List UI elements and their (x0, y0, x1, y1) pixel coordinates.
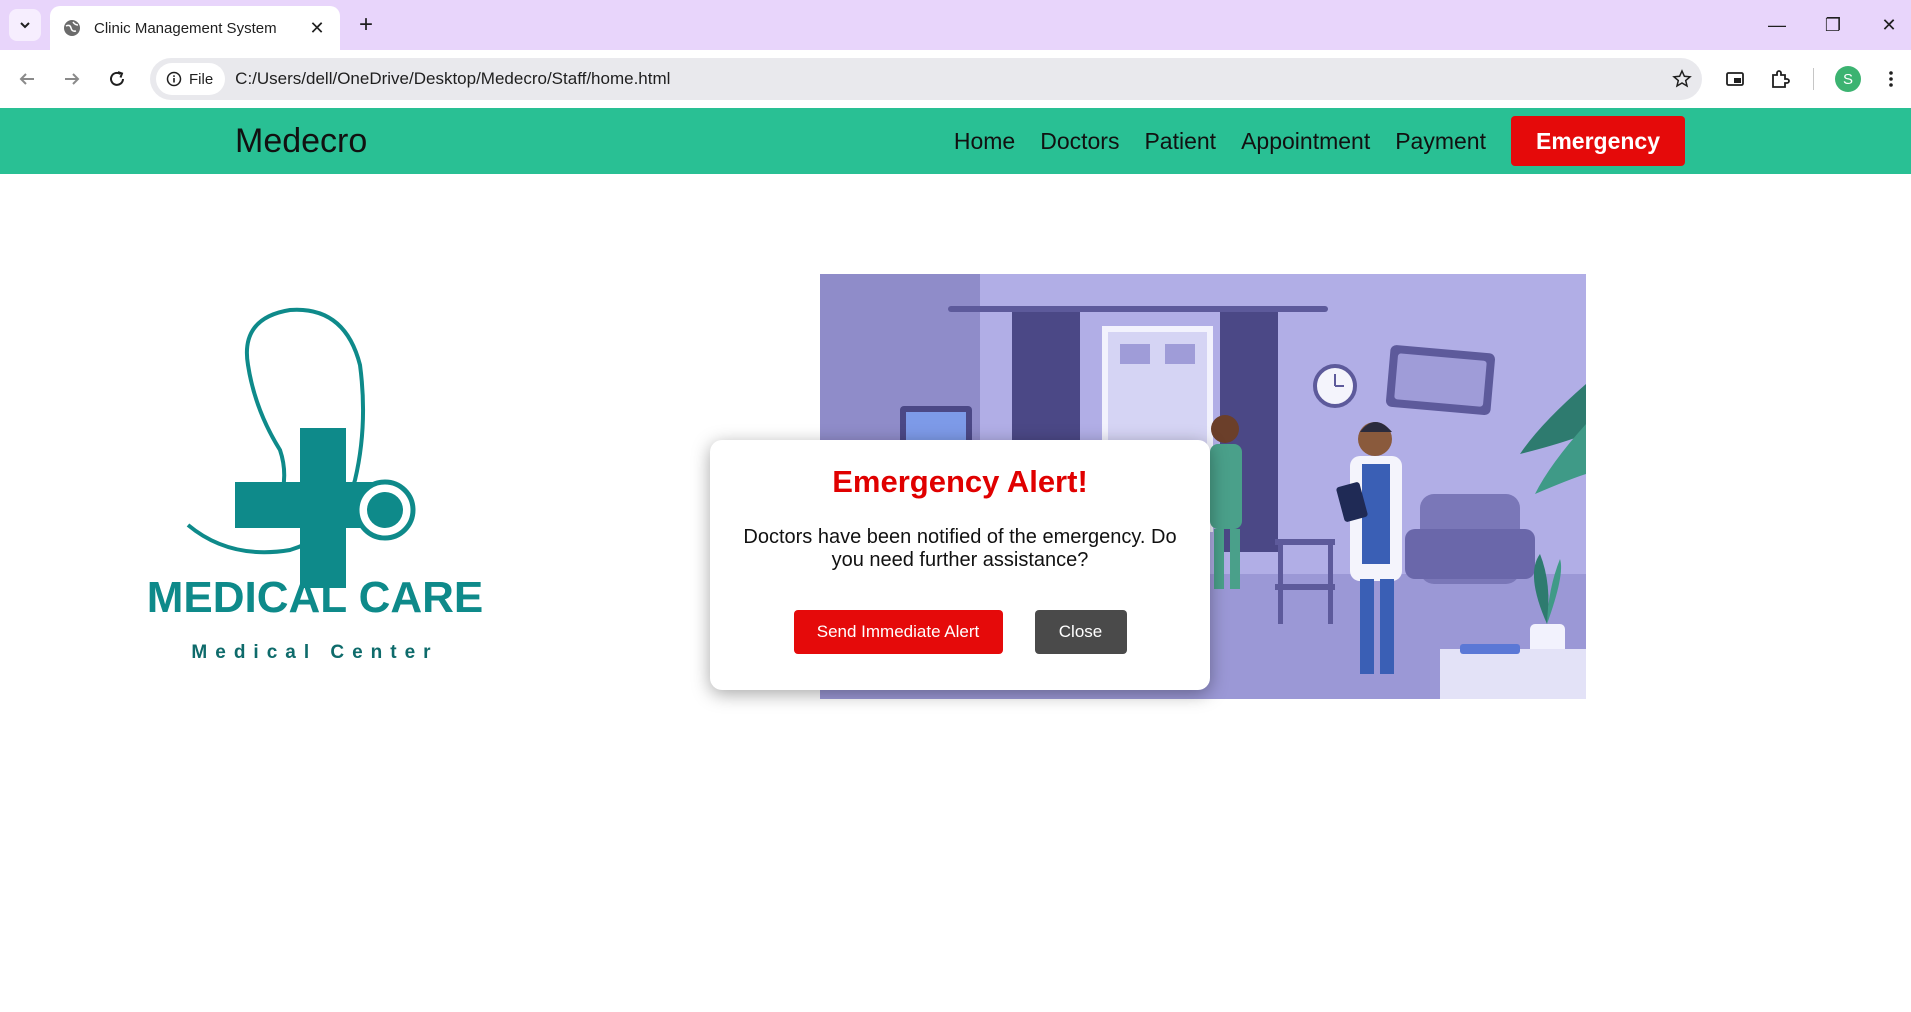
close-button[interactable]: Close (1034, 610, 1127, 654)
chevron-down-icon (20, 22, 30, 29)
back-button[interactable] (10, 62, 44, 96)
extensions-puzzle-icon[interactable] (1763, 62, 1797, 96)
nav-link-home[interactable]: Home (954, 128, 1015, 155)
send-immediate-alert-button[interactable]: Send Immediate Alert (793, 610, 1003, 654)
url-text[interactable]: C:/Users/dell/OneDrive/Desktop/Medecro/S… (235, 69, 1662, 89)
nav-link-doctors[interactable]: Doctors (1040, 128, 1119, 155)
reload-icon (110, 71, 124, 86)
minimize-button[interactable]: — (1750, 8, 1804, 42)
arrow-left-icon (19, 73, 34, 85)
site-brand[interactable]: Medecro (235, 122, 367, 161)
globe-icon (64, 20, 80, 36)
modal-message: Doctors have been notified of the emerge… (743, 526, 1177, 571)
chip-label: File (189, 70, 214, 88)
avatar: S (1835, 66, 1861, 92)
more-menu-icon[interactable] (1874, 62, 1908, 96)
restore-button[interactable]: ❐ (1806, 8, 1860, 42)
logo-subtitle: Medical Center (191, 642, 438, 663)
browser-toolbar: File C:/Users/dell/OneDrive/Desktop/Mede… (0, 50, 1911, 108)
nav-link-payment[interactable]: Payment (1395, 128, 1486, 155)
emergency-button[interactable]: Emergency (1510, 116, 1685, 166)
toolbar-divider (1813, 68, 1814, 90)
modal-title: Emergency Alert! (832, 464, 1088, 499)
nav-link-patient[interactable]: Patient (1144, 128, 1216, 155)
logo-title: MEDICAL CARE (147, 573, 484, 622)
modal-actions: Send Immediate Alert Close (710, 610, 1210, 654)
info-icon (166, 71, 182, 87)
forward-button[interactable] (55, 62, 89, 96)
tab-title: Clinic Management System (94, 19, 277, 37)
new-tab-button[interactable]: + (352, 11, 380, 39)
nav-menu: Home Doctors Patient Appointment Payment… (929, 116, 1685, 166)
profile-avatar[interactable]: S (1831, 62, 1865, 96)
arrow-right-icon (65, 73, 80, 85)
close-window-button[interactable]: ✕ (1862, 8, 1911, 42)
medical-care-logo: MEDICAL CARE Medical Center (120, 300, 510, 680)
browser-tab[interactable]: Clinic Management System ✕ (50, 6, 340, 50)
site-info-chip[interactable]: File (156, 63, 226, 95)
nav-link-appointment[interactable]: Appointment (1241, 128, 1370, 155)
browser-tab-strip: Clinic Management System ✕ + — ❐ ✕ (0, 0, 1911, 50)
tab-search-button[interactable] (9, 9, 41, 41)
picture-in-picture-icon[interactable] (1718, 62, 1752, 96)
address-bar[interactable]: File C:/Users/dell/OneDrive/Desktop/Mede… (150, 58, 1702, 100)
bookmark-star-icon[interactable] (1662, 59, 1702, 99)
emergency-alert-modal: Emergency Alert! Doctors have been notif… (710, 440, 1210, 690)
reload-button[interactable] (100, 62, 134, 96)
site-navbar: Medecro Home Doctors Patient Appointment… (0, 108, 1911, 174)
close-tab-icon[interactable]: ✕ (306, 18, 328, 39)
